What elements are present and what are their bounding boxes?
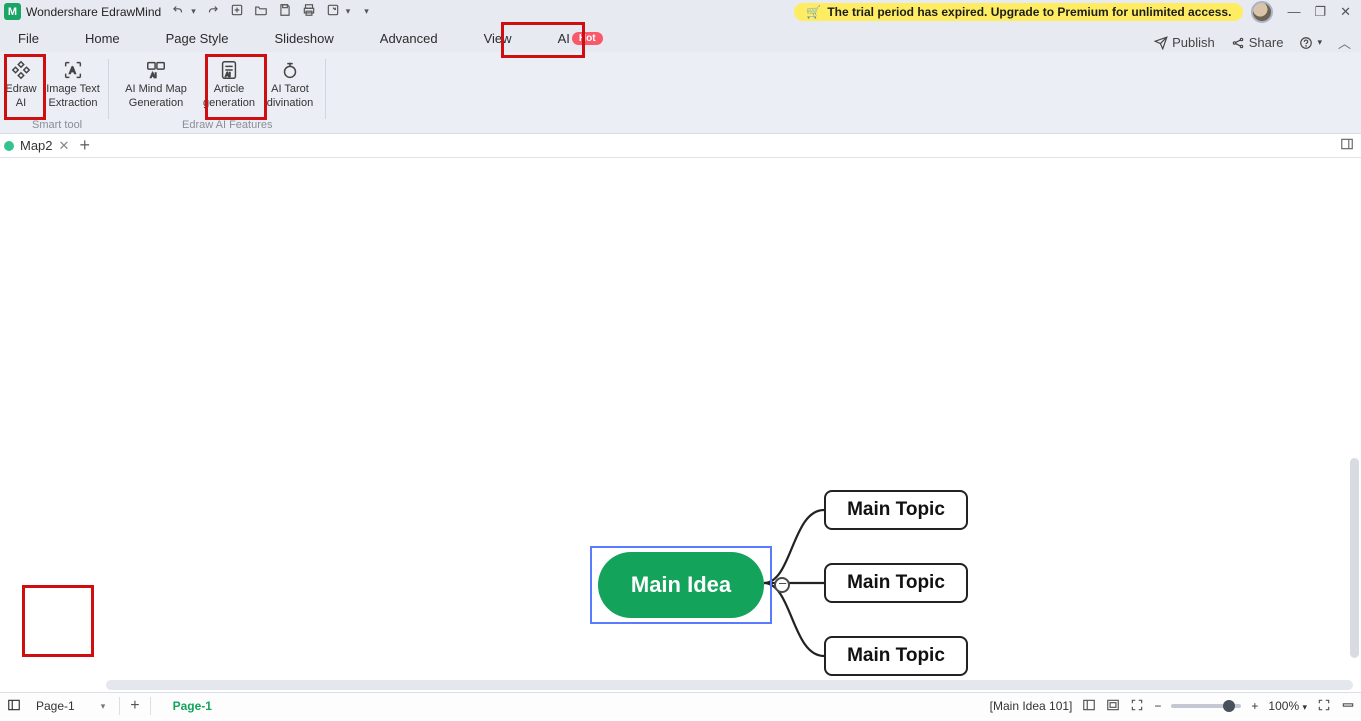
share-button[interactable]: Share <box>1231 35 1284 50</box>
trial-banner-text: The trial period has expired. Upgrade to… <box>827 5 1231 19</box>
qat-customize-icon[interactable]: ▾ <box>364 6 369 17</box>
add-page-button[interactable]: + <box>119 697 150 715</box>
view-mode-1-icon[interactable] <box>1082 698 1096 715</box>
ribbon-image-text-extraction[interactable]: A Image Text Extraction <box>42 55 104 113</box>
app-title: Wondershare EdrawMind <box>26 5 161 19</box>
panel-toggle-icon[interactable] <box>1339 137 1355 154</box>
title-bar: M Wondershare EdrawMind ▾ ▾ ▾ 🛒 The tria… <box>0 0 1361 23</box>
menu-ai[interactable]: AI Hot <box>550 27 611 52</box>
new-icon[interactable] <box>230 3 244 20</box>
node-topic-1[interactable]: Main Topic <box>824 490 968 530</box>
print-icon[interactable] <box>302 3 316 20</box>
collapse-handle-icon[interactable] <box>774 577 790 593</box>
doc-tab-label: Map2 <box>20 138 53 153</box>
cart-icon: 🛒 <box>806 5 821 19</box>
selection-info: [Main Idea 101] <box>990 699 1073 713</box>
svg-text:A: A <box>69 66 76 76</box>
menu-bar: File Home Page Style Slideshow Advanced … <box>0 23 1361 52</box>
doc-tab-close-icon[interactable]: ✕ <box>59 138 70 154</box>
export-dropdown-icon[interactable]: ▾ <box>346 6 351 17</box>
vertical-scrollbar[interactable] <box>1350 458 1359 658</box>
help-button[interactable]: ▾ <box>1299 36 1322 50</box>
menu-home[interactable]: Home <box>77 27 128 52</box>
document-tab-map2[interactable]: Map2 ✕ <box>4 138 69 154</box>
svg-text:AI: AI <box>225 72 231 78</box>
zoom-slider[interactable] <box>1171 704 1241 708</box>
hot-badge: Hot <box>572 32 603 45</box>
collapse-ribbon-icon[interactable]: ︿ <box>1338 33 1351 52</box>
publish-button[interactable]: Publish <box>1154 35 1215 50</box>
menu-slideshow[interactable]: Slideshow <box>267 27 342 52</box>
view-mode-2-icon[interactable] <box>1106 698 1120 715</box>
export-icon[interactable] <box>326 3 340 20</box>
page-selector[interactable]: Page-1 ▾ <box>30 699 111 713</box>
ribbon-ai-tarot-divination[interactable]: AI Tarot divination <box>259 55 321 113</box>
undo-dropdown-icon[interactable]: ▾ <box>191 6 196 17</box>
zoom-level[interactable]: 100% ▾ <box>1268 699 1307 713</box>
svg-text:AI: AI <box>151 72 157 79</box>
ribbon-ai-mindmap-generation[interactable]: AI AI Mind Map Generation <box>113 55 199 113</box>
menu-ai-label: AI <box>558 31 570 46</box>
quick-access-toolbar: ▾ ▾ ▾ <box>171 3 369 20</box>
node-topic-3[interactable]: Main Topic <box>824 636 968 676</box>
ribbon: Edraw AI A Image Text Extraction AI AI M… <box>0 52 1361 134</box>
menu-advanced[interactable]: Advanced <box>372 27 446 52</box>
fit-page-icon[interactable] <box>1130 698 1144 715</box>
node-topic-2[interactable]: Main Topic <box>824 563 968 603</box>
outline-toggle-icon[interactable] <box>6 698 22 715</box>
save-icon[interactable] <box>278 3 292 20</box>
user-avatar[interactable] <box>1251 1 1273 23</box>
doc-status-icon <box>4 141 14 151</box>
horizontal-scrollbar[interactable] <box>106 680 1353 690</box>
node-main-idea[interactable]: Main Idea <box>598 552 764 618</box>
menu-page-style[interactable]: Page Style <box>158 27 237 52</box>
trial-banner[interactable]: 🛒 The trial period has expired. Upgrade … <box>794 3 1243 21</box>
ribbon-group-ai-features: Edraw AI Features <box>182 119 273 131</box>
publish-label: Publish <box>1172 35 1215 50</box>
ribbon-article-generation[interactable]: AI Article generation <box>199 55 259 113</box>
status-bar: Page-1 ▾ + Page-1 [Main Idea 101] − + 10… <box>0 692 1361 719</box>
redo-icon[interactable] <box>206 3 220 20</box>
document-tab-strip: Map2 ✕ + <box>0 134 1361 158</box>
open-icon[interactable] <box>254 3 268 20</box>
menu-file[interactable]: File <box>10 27 47 52</box>
fullscreen-icon[interactable] <box>1317 698 1331 715</box>
share-label: Share <box>1249 35 1284 50</box>
minimize-icon[interactable]: — <box>1287 4 1300 20</box>
zoom-out-button[interactable]: − <box>1154 699 1161 713</box>
app-logo-icon: M <box>4 3 21 20</box>
ribbon-edraw-ai[interactable]: Edraw AI <box>0 55 42 113</box>
ribbon-group-smart-tool: Smart tool <box>32 119 82 131</box>
minimize-view-icon[interactable] <box>1341 698 1355 715</box>
close-icon[interactable]: ✕ <box>1340 4 1351 20</box>
undo-icon[interactable] <box>171 3 185 20</box>
active-page-tab[interactable]: Page-1 <box>159 699 226 713</box>
maximize-icon[interactable]: ❐ <box>1314 4 1326 20</box>
add-tab-button[interactable]: + <box>79 135 90 156</box>
window-controls: — ❐ ✕ <box>1281 4 1357 20</box>
zoom-in-button[interactable]: + <box>1251 699 1258 713</box>
menu-view[interactable]: View <box>476 27 520 52</box>
canvas[interactable]: Main Idea Main Topic Main Topic Main Top… <box>0 158 1361 692</box>
